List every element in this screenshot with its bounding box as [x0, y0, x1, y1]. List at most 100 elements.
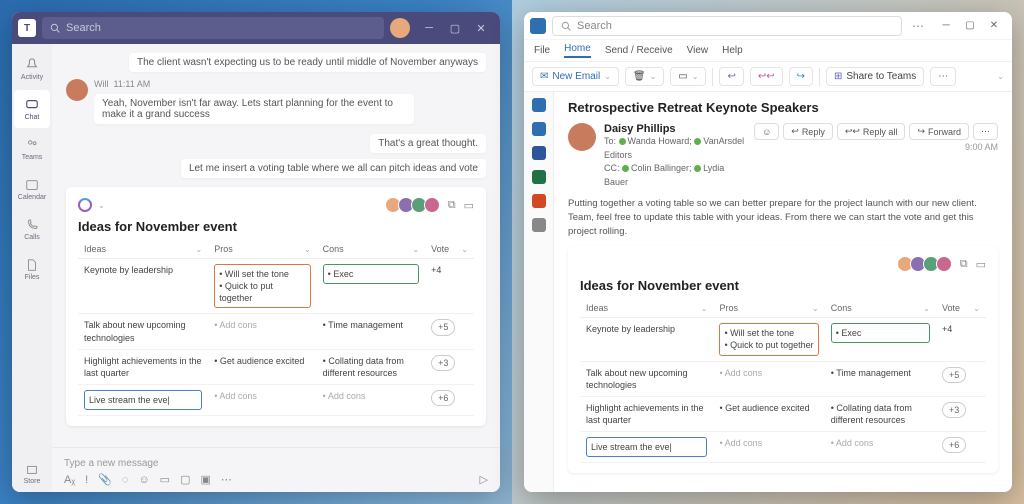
cons-cell[interactable]: • Add cons — [825, 432, 936, 463]
presence-avatars[interactable] — [902, 256, 952, 272]
replyall-button[interactable]: ↩↩ Reply all — [837, 123, 906, 140]
more-icon[interactable]: ⋯ — [221, 473, 232, 486]
menu-home[interactable]: Home — [564, 43, 591, 58]
rail-excel-icon[interactable] — [532, 170, 546, 184]
cons-cell[interactable]: • Time management — [317, 314, 426, 349]
outlook-search-input[interactable]: Search — [552, 16, 902, 36]
col-pros[interactable]: Pros⌄ — [208, 240, 316, 259]
minimize-button[interactable]: ─ — [934, 15, 958, 37]
vote-cell[interactable]: +6 — [936, 432, 986, 463]
rail-more-icon[interactable] — [532, 218, 546, 232]
replyall-button[interactable]: ↩↩ — [750, 67, 783, 86]
loop-component[interactable]: ⧉ ▭ Ideas for November event Ideas⌄ Pros… — [568, 246, 998, 473]
col-ideas[interactable]: Ideas⌄ — [78, 240, 208, 259]
cons-cell[interactable]: • Time management — [825, 362, 936, 397]
cons-cell[interactable]: • Exec — [825, 318, 936, 361]
idea-cell[interactable]: Highlight achievements in the last quart… — [580, 397, 713, 432]
loop-title[interactable]: Ideas for November event — [580, 278, 986, 293]
attach-icon[interactable]: 📎 — [98, 473, 112, 486]
send-button[interactable]: ▷ — [480, 473, 488, 486]
archive-button[interactable]: ▭⌄ — [670, 67, 706, 86]
vote-cell[interactable]: +5 — [425, 314, 474, 349]
more-icon[interactable]: ⋯ — [908, 19, 928, 33]
cons-cell[interactable]: • Collating data from different resource… — [825, 397, 936, 432]
col-cons[interactable]: Cons⌄ — [825, 299, 936, 318]
loop-title[interactable]: Ideas for November event — [78, 219, 474, 234]
reply-button[interactable]: ↩ — [719, 67, 743, 86]
pros-cell[interactable]: • Get audience excited — [713, 397, 824, 432]
new-email-button[interactable]: ✉New Email⌄ — [532, 67, 619, 86]
idea-cell[interactable]: Talk about new upcoming technologies — [580, 362, 713, 397]
collapse-ribbon-icon[interactable]: ⌄ — [997, 72, 1004, 81]
maximize-button[interactable]: ▢ — [958, 15, 982, 37]
cons-cell[interactable]: • Collating data from different resource… — [317, 350, 426, 385]
meeting-icon[interactable]: ▣ — [200, 473, 210, 486]
close-button[interactable]: ✕ — [468, 16, 494, 40]
ribbon-more[interactable]: ⋯ — [930, 67, 956, 86]
col-cons[interactable]: Cons⌄ — [317, 240, 426, 259]
rail-store[interactable]: Store — [14, 454, 50, 492]
share-to-teams-button[interactable]: ⊞Share to Teams — [826, 67, 924, 86]
pros-cell[interactable]: • Will set the tone• Quick to put togeth… — [208, 259, 316, 314]
popout-icon[interactable]: ▭ — [976, 258, 986, 271]
teams-search-input[interactable]: Search — [42, 17, 384, 39]
rail-powerpoint-icon[interactable] — [532, 194, 546, 208]
loop-component[interactable]: ⌄ ⧉ ▭ Ideas for November event Ideas⌄ Pr… — [66, 187, 486, 426]
vote-cell[interactable]: +4 — [425, 259, 474, 314]
delete-button[interactable]: 🗑⌄ — [625, 67, 664, 86]
rail-calls[interactable]: Calls — [14, 210, 50, 248]
col-vote[interactable]: Vote⌄ — [425, 240, 474, 259]
rail-word-icon[interactable] — [532, 146, 546, 160]
pros-cell[interactable]: • Add cons — [713, 432, 824, 463]
sender-avatar[interactable] — [568, 123, 596, 151]
reply-button[interactable]: ↩ Reply — [783, 123, 833, 140]
share-icon[interactable]: ⧉ — [960, 258, 968, 271]
menu-file[interactable]: File — [534, 45, 550, 56]
pros-cell[interactable]: • Get audience excited — [208, 350, 316, 385]
rail-activity[interactable]: Activity — [14, 50, 50, 88]
col-pros[interactable]: Pros⌄ — [713, 299, 824, 318]
forward-button[interactable]: ↪ Forward — [909, 123, 969, 140]
menu-help[interactable]: Help — [722, 45, 743, 56]
idea-cell[interactable]: Keynote by leadership — [580, 318, 713, 361]
vote-cell[interactable]: +5 — [936, 362, 986, 397]
rail-mail-icon[interactable] — [532, 98, 546, 112]
gif-icon[interactable]: ▭ — [160, 473, 170, 486]
menu-view[interactable]: View — [687, 45, 709, 56]
chevron-down-icon[interactable]: ⌄ — [98, 201, 105, 210]
loop-insert-icon[interactable]: ◌ — [122, 474, 129, 486]
idea-cell[interactable]: Keynote by leadership — [78, 259, 208, 314]
user-avatar[interactable] — [390, 18, 410, 38]
rail-calendar-icon[interactable] — [532, 122, 546, 136]
idea-cell-editing[interactable]: Live stream the eve| — [78, 385, 208, 416]
rail-chat[interactable]: Chat — [14, 90, 50, 128]
pros-cell[interactable]: • Add cons — [713, 362, 824, 397]
col-vote[interactable]: Vote⌄ — [936, 299, 986, 318]
pros-cell[interactable]: • Will set the tone• Quick to put togeth… — [713, 318, 824, 361]
menu-sendreceive[interactable]: Send / Receive — [605, 45, 673, 56]
vote-cell[interactable]: +3 — [425, 350, 474, 385]
pros-cell[interactable]: • Add cons — [208, 385, 316, 416]
share-icon[interactable]: ⧉ — [448, 199, 456, 212]
rail-teams[interactable]: Teams — [14, 130, 50, 168]
idea-cell[interactable]: Highlight achievements in the last quart… — [78, 350, 208, 385]
rail-calendar[interactable]: Calendar — [14, 170, 50, 208]
col-ideas[interactable]: Ideas⌄ — [580, 299, 713, 318]
cons-cell[interactable]: • Add cons — [317, 385, 426, 416]
voting-table[interactable]: Ideas⌄ Pros⌄ Cons⌄ Vote⌄ Keynote by lead… — [78, 240, 474, 416]
sender-avatar[interactable] — [66, 79, 88, 101]
presence-avatars[interactable] — [390, 197, 440, 213]
forward-button[interactable]: ↪ — [789, 67, 813, 86]
pros-cell[interactable]: • Add cons — [208, 314, 316, 349]
maximize-button[interactable]: ▢ — [442, 16, 468, 40]
react-button[interactable]: ☺ — [754, 123, 779, 140]
emoji-icon[interactable]: ☺ — [138, 474, 149, 486]
priority-icon[interactable]: ! — [85, 474, 88, 486]
minimize-button[interactable]: ─ — [416, 16, 442, 40]
close-button[interactable]: ✕ — [982, 15, 1006, 37]
idea-cell[interactable]: Talk about new upcoming technologies — [78, 314, 208, 349]
rail-files[interactable]: Files — [14, 250, 50, 288]
compose-input[interactable]: Type a new message — [64, 454, 488, 473]
idea-cell-editing[interactable]: Live stream the eve| — [580, 432, 713, 463]
sticker-icon[interactable]: ▢ — [180, 473, 190, 486]
